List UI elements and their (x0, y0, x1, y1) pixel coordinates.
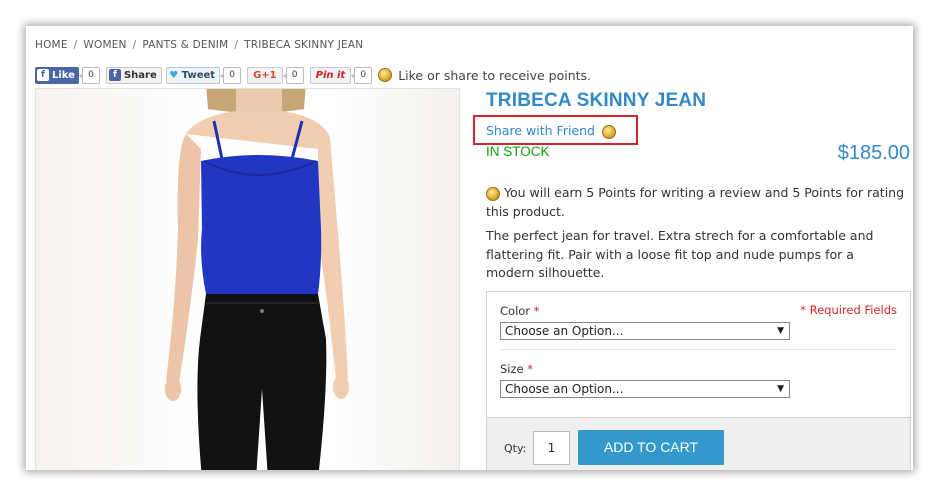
dropdown-arrow-icon: ▼ (777, 384, 784, 394)
breadcrumb-separator: / (234, 39, 239, 51)
breadcrumb: HOME / WOMEN / PANTS & DENIM / TRIBECA SKINNY … (35, 39, 363, 51)
facebook-icon: f (37, 69, 49, 81)
pinterest-label: Pin it (315, 69, 346, 81)
product-page: HOME / WOMEN / PANTS & DENIM / TRIBECA SKINNY … (26, 26, 913, 470)
color-select[interactable]: Choose an Option... ▼ (500, 322, 790, 340)
facebook-like-button[interactable]: f Like (35, 66, 79, 84)
social-share-bar: f Like 0 f Share ♥ Tweet 0 G+1 0 Pin it … (35, 66, 591, 84)
product-price: $185.00 (837, 142, 910, 164)
share-with-friend-link[interactable]: Share with Friend (486, 123, 616, 139)
facebook-share-label: Share (123, 69, 157, 81)
pinterest-button[interactable]: Pin it (309, 66, 352, 84)
breadcrumb-pants-denim[interactable]: PANTS & DENIM (142, 39, 228, 51)
breadcrumb-home[interactable]: HOME (35, 39, 68, 51)
product-image[interactable] (35, 88, 460, 470)
color-label-text: Color (500, 304, 531, 318)
social-reward-text: Like or share to receive points. (398, 67, 592, 83)
product-description: The perfect jean for travel. Extra strec… (486, 228, 874, 280)
points-note: You will earn 5 Points for writing a rev… (486, 183, 908, 221)
twitter-bird-icon: ♥ (169, 69, 179, 81)
color-label: Color * (500, 304, 539, 318)
size-select-value: Choose an Option... (505, 382, 624, 396)
tweet-label: Tweet (181, 69, 216, 81)
tweet-count: 0 (220, 66, 242, 84)
model-photo (165, 89, 349, 470)
add-to-cart-button[interactable]: ADD TO CART (578, 430, 724, 465)
points-coin-icon (601, 124, 616, 139)
stock-status: IN STOCK (486, 144, 550, 159)
pinterest-count: 0 (351, 66, 373, 84)
size-select[interactable]: Choose an Option... ▼ (500, 380, 790, 398)
points-note-text: You will earn 5 Points for writing a rev… (486, 185, 905, 219)
options-divider (500, 349, 897, 350)
breadcrumb-current: TRIBECA SKINNY JEAN (244, 39, 364, 51)
required-fields-note: * Required Fields (800, 303, 897, 317)
size-label-text: Size (500, 362, 524, 376)
breadcrumb-separator: / (73, 39, 78, 51)
dropdown-arrow-icon: ▼ (777, 326, 784, 336)
qty-input[interactable]: 1 (533, 431, 570, 465)
tweet-button[interactable]: ♥ Tweet (165, 66, 221, 84)
product-title: TRIBECA SKINNY JEAN (486, 90, 707, 111)
add-to-cart-section: Qty: 1 ADD TO CART (486, 417, 911, 470)
facebook-like-count: 0 (78, 66, 100, 84)
breadcrumb-women[interactable]: WOMEN (83, 39, 126, 51)
points-coin-icon (486, 186, 500, 201)
google-plus-label: G+1 (253, 69, 277, 81)
qty-label: Qty: (504, 442, 527, 455)
facebook-share-button[interactable]: f Share (105, 66, 162, 84)
size-label: Size * (500, 362, 533, 376)
product-options: Color * * Required Fields Choose an Opti… (486, 291, 911, 417)
color-select-value: Choose an Option... (505, 324, 624, 338)
google-plus-button[interactable]: G+1 (247, 66, 283, 84)
facebook-like-label: Like (52, 69, 75, 81)
size-required-mark: * (527, 362, 534, 376)
breadcrumb-separator: / (132, 39, 137, 51)
color-required-mark: * (533, 304, 540, 318)
facebook-icon: f (108, 69, 121, 81)
google-plus-count: 0 (282, 66, 304, 84)
share-with-friend-label: Share with Friend (486, 123, 595, 138)
points-coin-icon (378, 68, 393, 82)
